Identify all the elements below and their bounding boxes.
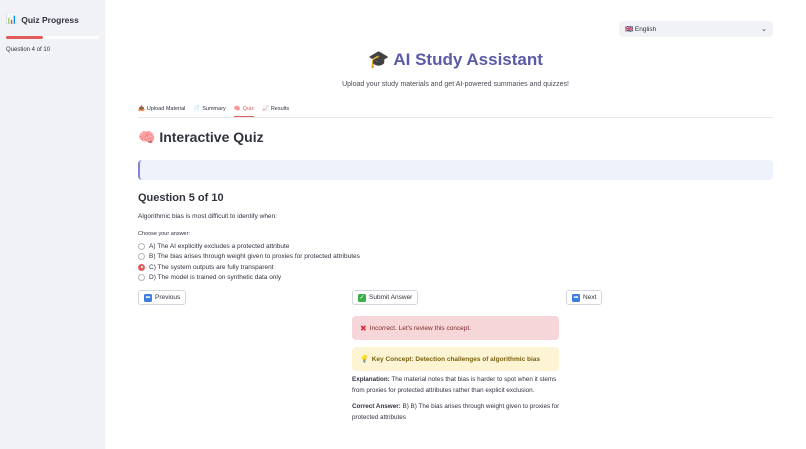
arrow-right-icon: ➡ (572, 293, 580, 302)
quiz-progress-fill (6, 36, 44, 39)
previous-button[interactable]: ⬅ Previous (138, 290, 187, 305)
chart-up-icon: 📈 (261, 106, 269, 112)
sidebar-title-text: Quiz Progress (21, 14, 79, 25)
answer-option-d[interactable]: D) The model is trained on synthetic dat… (138, 273, 360, 284)
tab-bar: 📤 Upload Material 📄 Summary 🧠 Quiz 📈 Res… (138, 101, 289, 117)
page-title-text: AI Study Assistant (393, 50, 543, 69)
brain-icon: 🧠 (233, 106, 241, 112)
page-title: 🎓 AI Study Assistant (138, 50, 773, 70)
question-title: Question 5 of 10 (138, 192, 224, 204)
tab-quiz[interactable]: 🧠 Quiz (233, 101, 255, 117)
error-alert: ✖ Incorrect. Let's review this concept. (352, 316, 559, 340)
lightbulb-icon: 💡 (360, 356, 369, 363)
tab-divider (138, 117, 773, 118)
upload-icon: 📤 (138, 106, 145, 112)
sidebar: 📊 Quiz Progress Question 4 of 10 (0, 0, 105, 449)
sidebar-title: 📊 Quiz Progress (6, 14, 99, 25)
tab-results[interactable]: 📈 Results (262, 101, 289, 117)
cross-icon: ✖ (360, 323, 367, 333)
language-select[interactable]: 🇬🇧 English ⌄ (619, 21, 773, 37)
answer-option-c[interactable]: C) The system outputs are fully transpar… (138, 262, 360, 273)
arrow-left-icon: ⬅ (144, 293, 152, 302)
quiz-progress-bar (6, 36, 99, 39)
brain-icon: 🧠 (138, 129, 156, 145)
key-concept-alert: 💡 Key Concept: Detection challenges of a… (352, 347, 559, 371)
question-text: Algorithmic bias is most difficult to id… (138, 213, 277, 220)
page-subtitle: Upload your study materials and get AI-p… (342, 81, 569, 88)
graduation-cap-icon: 🎓 (368, 50, 390, 69)
answer-option-a[interactable]: A) The AI explicitly excludes a protecte… (138, 241, 360, 252)
section-title: 🧠 Interactive Quiz (138, 129, 264, 145)
radio-button[interactable] (138, 274, 145, 282)
explanation-text: Explanation: The material notes that bia… (352, 376, 557, 394)
correct-answer-text: Correct Answer: B) B) The bias arises th… (352, 403, 560, 421)
bar-chart-icon: 📊 (6, 14, 18, 24)
answer-options: A) The AI explicitly excludes a protecte… (138, 241, 360, 283)
chevron-down-icon: ⌄ (761, 26, 767, 33)
language-selected: 🇬🇧 English (625, 26, 657, 33)
info-box (138, 160, 773, 180)
tab-summary[interactable]: 📄 Summary (193, 101, 225, 117)
next-button[interactable]: ➡ Next (566, 290, 603, 305)
radio-button[interactable] (138, 253, 145, 261)
uk-flag-icon: 🇬🇧 (625, 26, 634, 33)
choose-answer-label: Choose your answer: (138, 231, 190, 237)
radio-button[interactable] (138, 242, 145, 250)
answer-option-b[interactable]: B) The bias arises through weight given … (138, 252, 360, 263)
document-icon: 📄 (193, 106, 201, 112)
radio-button-selected[interactable] (138, 263, 145, 271)
tab-upload-material[interactable]: 📤 Upload Material (138, 101, 185, 117)
submit-answer-button[interactable]: ✓ Submit Answer (352, 290, 419, 305)
check-icon: ✓ (358, 293, 366, 302)
quiz-progress-text: Question 4 of 10 (6, 47, 51, 53)
